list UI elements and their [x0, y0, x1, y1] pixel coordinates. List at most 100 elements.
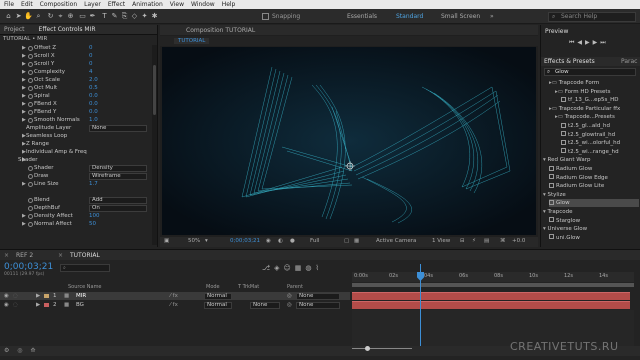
stopwatch-icon[interactable] [28, 213, 33, 219]
zoom-slider[interactable] [352, 348, 412, 352]
expand-triangle-icon[interactable]: ▶ [22, 60, 26, 68]
tab-effects-presets[interactable]: Effects & Presets [544, 58, 595, 65]
effects-item-t2-5-gl-ald-hd[interactable]: t2.5_gl...ald_hd [561, 122, 639, 130]
layer-mode-dropdown[interactable]: Normal [204, 301, 232, 309]
menu-window[interactable]: Window [191, 1, 215, 8]
tab-tutorial-timeline[interactable]: TUTORIAL [70, 252, 100, 259]
time-ruler[interactable]: 0:00s 02s 04s 06s 08s 10s 12s 14s [352, 272, 634, 282]
channel-icon[interactable]: ● [290, 238, 295, 244]
exposure-value[interactable]: +0.0 [512, 238, 525, 244]
prop-scroll-x-value[interactable]: 0 [89, 52, 93, 60]
expand-triangle-icon[interactable]: ▶ [22, 116, 26, 124]
zoom-level[interactable]: 50% [188, 238, 200, 244]
timeline-link-icon[interactable]: ⌘ [500, 238, 506, 244]
left-panel-scrollbar[interactable] [152, 45, 157, 245]
effects-item-trapcode-particular-ffx[interactable]: ▸▭ Trapcode Particular ffx [549, 105, 639, 113]
layer-parent-dropdown[interactable]: None [296, 301, 340, 309]
audio-icon[interactable]: ◌ [13, 301, 18, 309]
expand-triangle-icon[interactable]: ▶ [22, 76, 26, 84]
prop-spiral-value[interactable]: 0.0 [89, 92, 98, 100]
pen-tool-icon[interactable]: ✒ [88, 12, 97, 21]
prop-oct-scale-value[interactable]: 2.0 [89, 76, 98, 84]
close-icon[interactable]: × [4, 252, 9, 259]
composition-viewer[interactable] [162, 47, 536, 235]
prop-fbend-y-value[interactable]: 0.0 [89, 108, 98, 116]
tab-paragraph[interactable]: Parac [621, 58, 637, 65]
tab-ref2[interactable]: REF 2 [16, 252, 33, 259]
expand-triangle-icon[interactable]: ▶ [36, 301, 40, 309]
3d-renderer-icon[interactable]: ▤ [484, 238, 489, 244]
work-area-bar[interactable] [352, 283, 634, 287]
view-layout-dropdown[interactable]: 1 View [432, 238, 450, 244]
eye-icon[interactable]: ◉ [4, 301, 9, 309]
play-icon[interactable]: ▶ [585, 39, 593, 46]
expand-triangle-icon[interactable]: ▶ [22, 108, 26, 116]
effects-item-starglow[interactable]: Starglow [549, 217, 639, 225]
effects-item-t2-5-wi-olorful-hd[interactable]: t2.5_wi...olorful_hd [561, 139, 639, 147]
eye-icon[interactable]: ◉ [4, 292, 9, 300]
workspace-standard[interactable]: Standard [396, 13, 423, 20]
stopwatch-icon[interactable] [28, 197, 33, 203]
shader-blend-value[interactable]: Add [89, 196, 147, 204]
prop-scroll-y-value[interactable]: 0 [89, 60, 93, 68]
menu-edit[interactable]: Edit [21, 1, 33, 8]
prop-smooth-normals-value[interactable]: 1.0 [89, 116, 98, 124]
motion-blur-icon[interactable]: ◍ [305, 264, 315, 272]
layer-mode-dropdown[interactable]: Normal [204, 292, 232, 300]
brush-tool-icon[interactable]: ✎ [110, 12, 119, 21]
camera-tool-icon[interactable]: ⌖ [56, 12, 65, 21]
graph-editor-icon[interactable]: ⌇ [316, 264, 323, 272]
menu-composition[interactable]: Composition [40, 1, 77, 8]
menu-file[interactable]: File [4, 1, 14, 8]
puppet-tool-icon[interactable]: ✱ [150, 12, 159, 21]
tab-composition[interactable]: Composition TUTORIAL [186, 27, 255, 34]
menu-animation[interactable]: Animation [132, 1, 163, 8]
effects-item-red-giant-warp[interactable]: ▾ Red Giant Warp [543, 156, 639, 164]
shader-line-size-value[interactable]: 1.7 [89, 180, 98, 188]
prop-complexity-value[interactable]: 4 [89, 68, 93, 76]
scrollbar-thumb[interactable] [153, 65, 156, 115]
stopwatch-icon[interactable] [28, 181, 33, 187]
prop-oct-mult-value[interactable]: 0.5 [89, 84, 98, 92]
prop-amplitude-layer-value[interactable]: None [89, 124, 147, 132]
effects-item-radium-glow-edge[interactable]: Radium Glow Edge [549, 174, 639, 182]
timeline-timecode[interactable]: 0;00;03;21 [4, 262, 53, 272]
layer-bar-mir[interactable] [352, 292, 630, 300]
frame-blend-icon[interactable]: ▦ [295, 264, 306, 272]
workspace-small-screen[interactable]: Small Screen [441, 13, 480, 20]
stopwatch-icon[interactable] [28, 85, 33, 91]
eraser-tool-icon[interactable]: ◇ [130, 12, 139, 21]
close-icon[interactable]: × [58, 252, 63, 259]
layer-trkmat-dropdown[interactable]: None [250, 301, 280, 309]
active-camera-dropdown[interactable]: Active Camera [376, 238, 416, 244]
stopwatch-icon[interactable] [28, 205, 33, 211]
shy-icon[interactable]: ☺ [283, 264, 294, 272]
stopwatch-icon[interactable] [28, 53, 33, 59]
expand-triangle-icon[interactable]: ▶ [22, 68, 26, 76]
fast-preview-icon[interactable]: ⚡ [472, 238, 476, 244]
zoom-tool-icon[interactable]: ⌕ [34, 12, 43, 21]
layer-color-label[interactable] [44, 294, 49, 298]
expand-triangle-icon[interactable]: ▶ [22, 92, 26, 100]
hand-tool-icon[interactable]: ✋ [24, 12, 33, 21]
pickwhip-icon[interactable]: ◎ [287, 301, 292, 309]
menu-effect[interactable]: Effect [108, 1, 125, 8]
region-icon[interactable]: ▣ [164, 238, 169, 244]
layer-color-label[interactable] [44, 303, 49, 307]
snapping-checkbox[interactable] [262, 13, 269, 20]
last-frame-icon[interactable]: ⏭ [600, 39, 608, 46]
resolution-dropdown[interactable]: Full [310, 238, 319, 244]
expand-triangle-icon[interactable]: ▶ [22, 220, 26, 228]
shader-draw-value[interactable]: Wireframe [89, 172, 147, 180]
layer-row[interactable]: ◉ ◌ ▶ 2 ■ BG ⁄ fx Normal None ◎ None [0, 301, 350, 309]
effects-item-t2-5-glowtrail-hd[interactable]: t2.5_glowtrail_hd [561, 131, 639, 139]
prop-fbend-x-value[interactable]: 0.0 [89, 100, 98, 108]
stopwatch-icon[interactable] [28, 173, 33, 179]
expand-triangle-icon[interactable]: ▶ [22, 52, 26, 60]
rotate-tool-icon[interactable]: ↻ [46, 12, 55, 21]
footer-toggles[interactable]: ⚙ ◎ ⟰ [4, 347, 38, 354]
snapshot-icon[interactable]: ◉ [266, 238, 271, 244]
effects-item-tf-13-g-ep5s-hd[interactable]: tf_13_G...ep5s_HD [561, 96, 639, 104]
expand-triangle-icon[interactable]: ▶ [22, 44, 26, 52]
effects-item-t2-5-wi-range-hd[interactable]: t2.5_wi...range_hd [561, 148, 639, 156]
